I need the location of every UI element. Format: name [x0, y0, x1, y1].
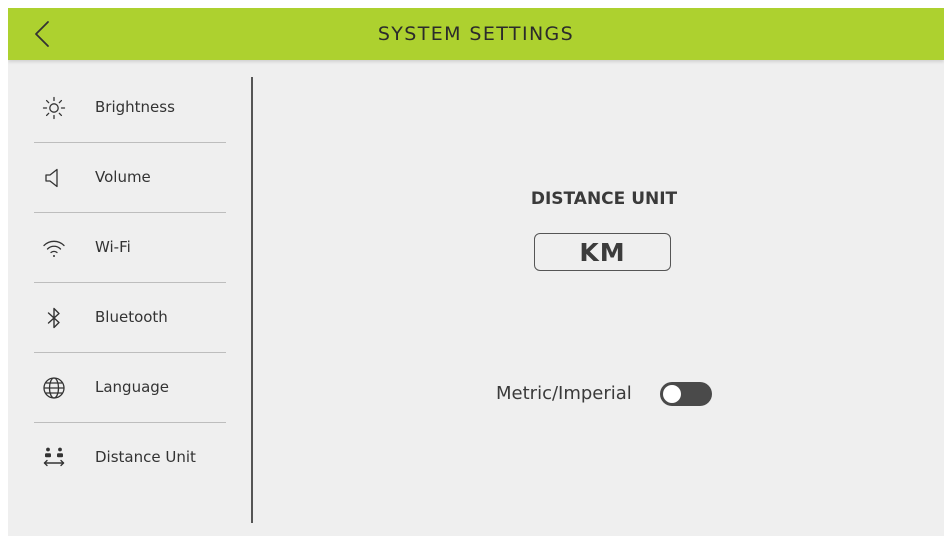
- brightness-icon: [42, 96, 66, 120]
- sidebar-item-distance-unit[interactable]: Distance Unit: [34, 423, 226, 492]
- sidebar-item-label: Brightness: [95, 98, 175, 116]
- wifi-icon: [42, 236, 66, 260]
- sidebar-item-label: Distance Unit: [95, 448, 196, 466]
- sidebar-item-label: Wi-Fi: [95, 238, 131, 256]
- sidebar-menu: Brightness Volume Wi-Fi Bluetooth Langua…: [34, 73, 226, 492]
- sidebar-item-label: Language: [95, 378, 170, 396]
- page-title: SYSTEM SETTINGS: [377, 23, 575, 45]
- sidebar-item-label: Bluetooth: [95, 308, 168, 326]
- sidebar-item-label: Volume: [95, 168, 151, 186]
- header-bar: SYSTEM SETTINGS: [8, 8, 944, 60]
- toggle-knob[interactable]: [663, 385, 681, 403]
- sidebar-item-volume[interactable]: Volume: [34, 143, 226, 213]
- globe-icon: [42, 376, 66, 400]
- section-title: DISTANCE UNIT: [530, 189, 678, 209]
- toggle-label: Metric/Imperial: [496, 383, 632, 404]
- sidebar-item-brightness[interactable]: Brightness: [34, 73, 226, 143]
- sidebar-item-language[interactable]: Language: [34, 353, 226, 423]
- sidebar-item-wifi[interactable]: Wi-Fi: [34, 213, 226, 283]
- metric-imperial-toggle[interactable]: [660, 382, 712, 406]
- speaker-icon: [42, 166, 66, 190]
- settings-screen: SYSTEM SETTINGS Brightness Volume Wi-Fi …: [8, 8, 944, 536]
- sidebar-item-bluetooth[interactable]: Bluetooth: [34, 283, 226, 353]
- distance-unit-value[interactable]: KM: [534, 233, 671, 271]
- sidebar-divider: [251, 77, 253, 523]
- bluetooth-icon: [42, 306, 66, 330]
- distance-unit-icon: [42, 446, 66, 470]
